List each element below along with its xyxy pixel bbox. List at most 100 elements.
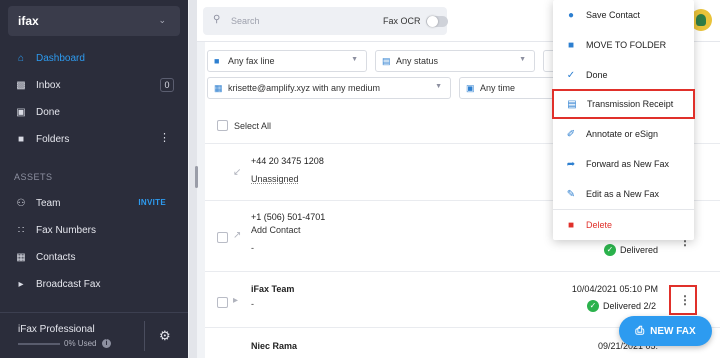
sidebar-item-dashboard[interactable]: ⌂ Dashboard <box>0 45 188 71</box>
fax-assignee[interactable]: Unassigned <box>251 174 299 184</box>
menu-item-delete[interactable]: ■ Delete <box>553 210 694 240</box>
menu-item-save-contact[interactable]: ● Save Contact <box>553 0 694 30</box>
home-icon: ⌂ <box>17 52 25 64</box>
fax-line-filter[interactable]: ■ Any fax line ▼ <box>207 50 367 72</box>
menu-item-move-to-folder[interactable]: ■ MOVE TO FOLDER <box>553 30 694 60</box>
row-checkbox[interactable] <box>217 297 228 308</box>
sidebar-item-label: Done <box>36 106 60 118</box>
team-icon: ⚇ <box>16 197 26 209</box>
menu-item-forward-as-new-fax[interactable]: ➦ Forward as New Fax <box>553 149 694 179</box>
new-fax-label: NEW FAX <box>650 325 696 337</box>
check-circle-icon: ✓ <box>603 244 616 256</box>
outgoing-arrow-icon: ↗ <box>233 230 242 241</box>
sidebar-item-label: Inbox <box>36 79 61 91</box>
status-text: Delivered 2/2 <box>602 301 656 311</box>
sidebar-item-label: Folders <box>36 133 70 145</box>
fax-ocr-label: Fax OCR <box>383 16 421 26</box>
menu-item-label: Save Contact <box>586 10 641 20</box>
status-filter-value: Any status <box>396 56 439 66</box>
fax-subject: - <box>251 299 254 309</box>
sidebar-item-fax-numbers[interactable]: ∷ Fax Numbers <box>0 217 188 243</box>
plan-panel: iFax Professional 0% Used i ⚙ <box>0 312 188 358</box>
sidebar-item-team[interactable]: ⚇ Team INVITE <box>0 190 188 216</box>
row-more-highlight <box>669 285 697 315</box>
fax-recipient: Niec Rama <box>251 341 298 351</box>
menu-item-done[interactable]: ✓ Done <box>553 60 694 90</box>
sidebar: ifax ⌄ ⌂ Dashboard ▩ Inbox 0 ▣ Done ■ Fo… <box>0 0 188 358</box>
menu-item-transmission-receipt[interactable]: ▤ Transmission Receipt <box>552 89 695 119</box>
fax-subject: - <box>251 243 254 253</box>
chevron-down-icon: ⌄ <box>158 15 166 25</box>
sidebar-item-broadcast-fax[interactable]: ▸ Broadcast Fax <box>0 271 188 297</box>
check-icon: ✓ <box>566 69 576 81</box>
sidebar-item-inbox[interactable]: ▩ Inbox 0 <box>0 72 188 98</box>
account-filter-value: krisette@amplify.xyz with any medium <box>228 83 381 93</box>
time-filter-value: Any time <box>480 83 516 93</box>
sidebar-scrollbar[interactable] <box>195 166 198 188</box>
sign-icon: ✐ <box>566 128 576 140</box>
search-box[interactable]: ⚲ Search Fax OCR <box>203 7 448 35</box>
toggle-knob <box>427 16 438 27</box>
sidebar-item-done[interactable]: ▣ Done <box>0 99 188 125</box>
info-icon[interactable]: i <box>102 339 111 348</box>
fax-recipient: +1 (506) 501-4701 <box>251 212 326 222</box>
trash-icon: ■ <box>567 219 575 231</box>
chevron-down-icon: ▼ <box>351 56 358 63</box>
sidebar-item-label: Broadcast Fax <box>36 278 101 290</box>
invite-link[interactable]: INVITE <box>138 198 166 207</box>
move-folder-icon: ■ <box>567 39 575 51</box>
select-all-label: Select All <box>234 120 272 131</box>
inbox-icon: ▩ <box>16 79 26 91</box>
account-switcher[interactable]: ifax ⌄ <box>8 6 180 36</box>
sidebar-item-contacts[interactable]: ▦ Contacts <box>0 244 188 270</box>
check-circle-icon: ✓ <box>586 300 599 312</box>
fax-line-icon: ■ <box>214 56 220 66</box>
fax-date: 10/04/2021 05:10 PM <box>571 284 658 294</box>
gear-icon[interactable]: ⚙ <box>159 328 171 344</box>
account-filter[interactable]: ▦ krisette@amplify.xyz with any medium ▼ <box>207 77 451 99</box>
usage-bar <box>18 343 60 345</box>
sidebar-item-label: Dashboard <box>36 52 85 64</box>
grid-icon: ▦ <box>214 83 223 93</box>
row-checkbox[interactable] <box>217 232 228 243</box>
folder-icon: ■ <box>17 133 25 145</box>
printer-icon: ⎙ <box>635 324 645 337</box>
new-fax-button[interactable]: ⎙ NEW FAX <box>619 316 712 346</box>
menu-item-label: Forward as New Fax <box>586 159 670 169</box>
status-text: Delivered <box>619 245 658 255</box>
menu-item-label: MOVE TO FOLDER <box>586 40 667 50</box>
add-contact-icon: ● <box>567 9 575 21</box>
plan-name: iFax Professional <box>18 324 95 335</box>
add-contact-link[interactable]: Add Contact <box>251 225 301 235</box>
usage-text: 0% Used <box>64 339 97 348</box>
contacts-icon: ▦ <box>16 251 26 263</box>
sidebar-item-folders[interactable]: ■ Folders ⋮ <box>0 126 188 152</box>
menu-item-label: Delete <box>586 220 613 230</box>
fax-line-filter-value: Any fax line <box>228 56 275 66</box>
menu-item-label: Edit as a New Fax <box>586 189 660 199</box>
sidebar-item-label: Team <box>36 197 61 209</box>
incoming-arrow-icon: ↙ <box>233 167 242 178</box>
menu-item-label: Transmission Receipt <box>587 99 674 109</box>
time-filter[interactable]: ▣ Any time <box>459 77 559 99</box>
assets-heading: ASSETS <box>14 172 53 182</box>
row-context-menu: ● Save Contact ■ MOVE TO FOLDER ✓ Done ▤… <box>552 0 695 240</box>
menu-item-annotate-esign[interactable]: ✐ Annotate or eSign <box>553 119 694 149</box>
chevron-down-icon: ▼ <box>435 83 442 90</box>
fax-ocr-toggle[interactable] <box>426 16 448 27</box>
divider <box>144 321 145 351</box>
avatar-figure <box>696 14 706 26</box>
sidebar-item-label: Contacts <box>36 251 76 263</box>
select-all-checkbox[interactable] <box>217 120 228 131</box>
folders-more-icon[interactable]: ⋮ <box>159 131 170 144</box>
done-folder-icon: ▣ <box>16 106 26 118</box>
status-badge: ✓ Delivered 2/2 <box>586 300 656 312</box>
megaphone-icon: ▸ <box>18 278 24 290</box>
status-icon: ▤ <box>382 56 391 66</box>
search-input[interactable]: Search <box>231 16 260 26</box>
select-all[interactable]: Select All <box>217 120 271 131</box>
menu-item-edit-as-new-fax[interactable]: ✎ Edit as a New Fax <box>553 179 694 209</box>
ifax-logo: ifax <box>18 14 39 28</box>
status-filter[interactable]: ▤ Any status ▼ <box>375 50 535 72</box>
edit-icon: ✎ <box>566 188 576 200</box>
